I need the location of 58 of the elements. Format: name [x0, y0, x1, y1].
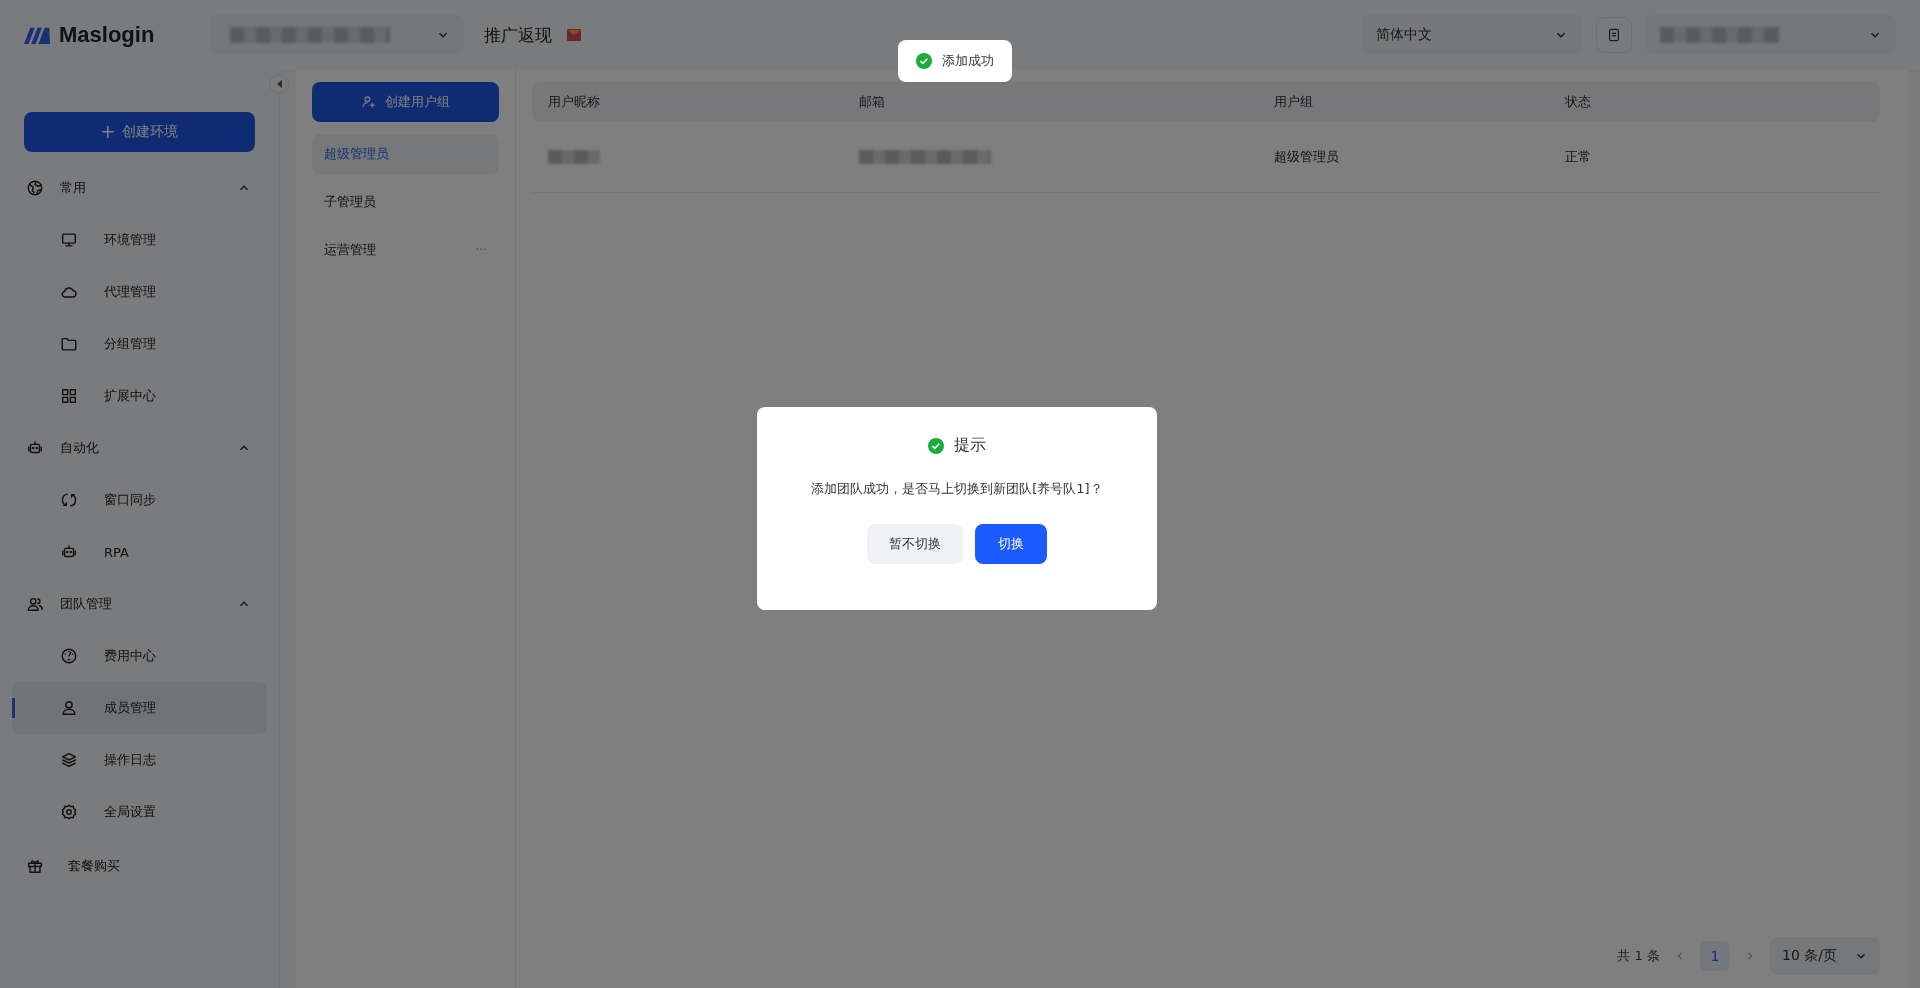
page-size-select[interactable]: 10 条/页 — [1770, 937, 1880, 975]
logo-icon — [24, 26, 51, 44]
sidebar-item[interactable]: 费用中心 — [12, 630, 267, 682]
sidebar-item[interactable]: 环境管理 — [12, 214, 267, 266]
sidebar-item[interactable]: 全局设置 — [12, 786, 267, 838]
sidebar-item[interactable]: 扩展中心 — [12, 370, 267, 422]
group-item[interactable]: 子管理员 — [312, 182, 499, 222]
globe-icon — [26, 179, 44, 197]
gear-icon — [60, 803, 78, 821]
page-button[interactable]: 1 — [1700, 941, 1730, 971]
table-cell-text: 正常 — [1565, 148, 1592, 166]
users-icon — [26, 595, 44, 613]
sidebar-item[interactable]: 分组管理 — [12, 318, 267, 370]
dialog-message: 添加团队成功，是否马上切换到新团队[养号队1]？ — [811, 480, 1103, 498]
gift-icon — [26, 857, 44, 875]
sync-icon — [60, 491, 78, 509]
success-icon — [916, 53, 932, 69]
monitor-icon — [60, 231, 78, 249]
layers-icon — [60, 751, 78, 769]
dialog-title: 提示 — [954, 435, 986, 456]
section-header[interactable]: 自动化 — [12, 422, 267, 474]
sidebar-item[interactable]: 窗口同步 — [12, 474, 267, 526]
document-icon — [1606, 27, 1622, 43]
gauge-icon — [60, 647, 78, 665]
toast-message: 添加成功 — [942, 52, 994, 70]
column-header: 状态 — [1565, 93, 1592, 111]
create-environment-button[interactable]: 创建环境 — [24, 112, 255, 152]
column-header: 邮箱 — [859, 93, 886, 111]
document-button[interactable] — [1596, 17, 1632, 53]
group-item[interactable]: 运营管理 ··· — [312, 230, 499, 270]
envelope-icon — [566, 27, 582, 43]
account-select[interactable] — [1646, 15, 1896, 55]
sidebar-item[interactable]: RPA — [12, 526, 267, 578]
logo-text: Maslogin — [59, 22, 155, 48]
collapse-button[interactable] — [269, 74, 289, 94]
success-icon — [928, 437, 944, 454]
section-header[interactable]: 团队管理 — [12, 578, 267, 630]
confirm-button[interactable]: 切换 — [975, 524, 1047, 564]
promo-link[interactable]: 推广返现 — [484, 23, 552, 47]
table-cell-text: 超级管理员 — [1274, 148, 1340, 166]
user-icon — [60, 699, 78, 717]
group-item[interactable]: 超级管理员 — [312, 134, 499, 174]
total-count: 共 1 条 — [1617, 947, 1660, 965]
column-header: 用户昵称 — [548, 93, 601, 111]
column-header: 用户组 — [1274, 93, 1314, 111]
redacted-text — [548, 150, 600, 164]
cancel-button[interactable]: 暂不切换 — [867, 524, 963, 564]
sidebar-item[interactable]: 操作日志 — [12, 734, 267, 786]
add-user-icon — [361, 94, 377, 110]
grid-icon — [60, 387, 78, 405]
team-select[interactable] — [210, 15, 464, 55]
language-select[interactable]: 简体中文 — [1362, 15, 1582, 55]
section-header[interactable]: 常用 — [12, 162, 267, 214]
create-group-button[interactable]: 创建用户组 — [312, 82, 499, 122]
sidebar-item[interactable]: 成员管理 — [12, 682, 267, 734]
folder-icon — [60, 335, 78, 353]
sidebar-item[interactable]: 代理管理 — [12, 266, 267, 318]
sidebar-item[interactable]: 套餐购买 — [12, 838, 267, 894]
